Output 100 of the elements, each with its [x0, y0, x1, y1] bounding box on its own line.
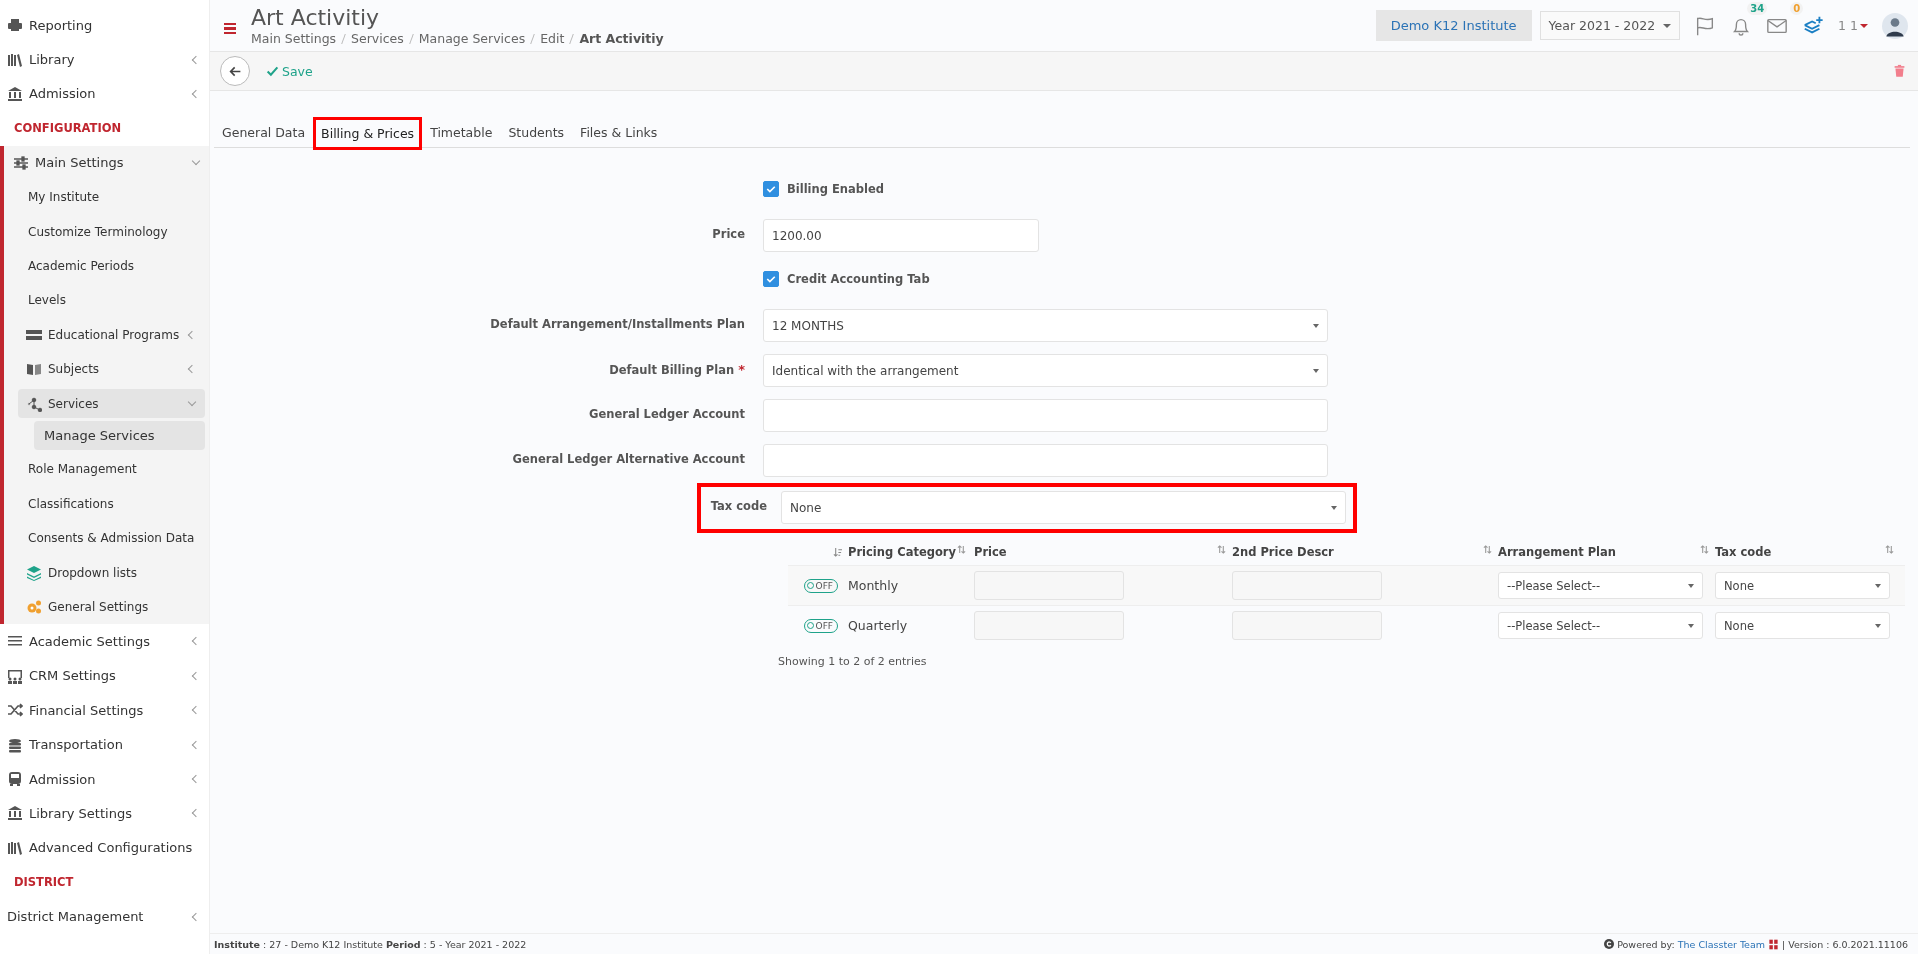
sliders-icon [13, 154, 29, 171]
tab[interactable]: Students [500, 116, 573, 149]
trash-icon[interactable] [1893, 64, 1906, 78]
sidebar-item[interactable]: CRM Settings [0, 658, 209, 694]
sidebar-item[interactable]: Subjects [4, 351, 205, 387]
check-icon [266, 64, 279, 78]
sidebar-item[interactable]: My Institute [4, 179, 205, 215]
users-icon [7, 667, 23, 684]
breadcrumb-item[interactable]: Edit [540, 31, 565, 46]
layers-icon [26, 564, 42, 581]
column-header[interactable]: 2nd Price Descr [1232, 545, 1334, 559]
checkbox[interactable] [763, 271, 779, 287]
sidebar-item[interactable]: Classifications [4, 486, 205, 522]
check-icon [765, 183, 777, 195]
checkbox[interactable] [763, 181, 779, 197]
nodes-icon [26, 395, 42, 412]
required-mark: * [738, 362, 745, 377]
sidebar-item[interactable]: Customize Terminology [4, 214, 205, 249]
field-label: Price [712, 227, 745, 241]
checkbox-label: Credit Accounting Tab [787, 272, 930, 286]
books-icon [7, 839, 23, 856]
sidebar-item[interactable]: Reporting [0, 8, 209, 43]
sort-icon[interactable] [957, 545, 966, 554]
tab[interactable]: General Data [214, 116, 314, 149]
select-field[interactable]: --Please Select-- [1498, 572, 1703, 599]
field-label: Default Billing Plan [609, 363, 735, 377]
column-header[interactable]: Tax code [1715, 545, 1772, 559]
sidebar-item[interactable]: Academic Periods [4, 248, 205, 284]
back-button[interactable] [220, 56, 250, 86]
shuffle-icon [7, 702, 23, 719]
column-header[interactable]: Pricing Category [848, 545, 957, 559]
page-title: Art Activitiy [251, 5, 381, 31]
sort-icon[interactable] [1217, 545, 1226, 554]
institute-button[interactable]: Demo K12 Institute [1375, 10, 1532, 41]
select-field[interactable]: None [781, 491, 1346, 524]
sidebar-item[interactable]: Admission [0, 76, 209, 112]
sidebar-item[interactable]: Library Settings [0, 796, 209, 831]
tab[interactable]: Billing & Prices [313, 117, 423, 150]
gear-icon [26, 599, 42, 616]
input-field[interactable]: 1200.00 [763, 219, 1039, 252]
input-field[interactable] [763, 399, 1328, 432]
sidebar-item[interactable]: Financial Settings [0, 693, 209, 728]
select-field[interactable]: None [1715, 572, 1890, 599]
sidebar-item[interactable]: Library [0, 42, 209, 77]
column-header[interactable]: Arrangement Plan [1498, 545, 1616, 559]
input-field[interactable] [974, 611, 1124, 640]
breadcrumb-item[interactable]: Services [351, 31, 404, 46]
arrow-left-icon [228, 64, 242, 78]
avatar[interactable] [1882, 12, 1908, 39]
select-field[interactable]: None [1715, 612, 1890, 639]
sidebar-item[interactable]: Academic Settings [0, 624, 209, 659]
breadcrumb-item[interactable]: Manage Services [418, 31, 526, 46]
select-field[interactable]: 12 MONTHS [763, 309, 1328, 342]
breadcrumb-item[interactable]: Main Settings [251, 31, 337, 46]
sidebar-item[interactable]: Consents & Admission Data [4, 521, 205, 556]
sidebar-item[interactable]: Transportation [0, 727, 209, 762]
field-label: General Ledger Account [589, 407, 745, 421]
select-field[interactable]: Identical with the arrangement [763, 354, 1328, 387]
table-info: Showing 1 to 2 of 2 entries [778, 655, 928, 668]
sidebar-item[interactable]: Services [18, 389, 205, 419]
sidebar-section-title: DISTRICT [13, 874, 75, 892]
logo-icon [1768, 938, 1780, 950]
printer-icon [7, 17, 23, 34]
sidebar-item[interactable]: Levels [4, 283, 205, 318]
sidebar-item[interactable]: Manage Services [34, 421, 205, 451]
tab[interactable]: Files & Links [572, 116, 666, 149]
books-icon [7, 51, 23, 68]
sidebar-section-title: CONFIGURATION [13, 120, 123, 138]
table-cell-text: Monthly [848, 578, 900, 593]
team-link[interactable]: The Classter Team [1677, 938, 1766, 950]
sidebar-item[interactable]: Advanced Configurations [0, 830, 209, 865]
book-icon [26, 361, 42, 378]
caret-icon[interactable] [1860, 23, 1868, 28]
sidebar-item[interactable]: District Management [0, 899, 209, 934]
sidebar-item[interactable]: Role Management [4, 452, 205, 487]
message-count: 0 [1790, 1, 1804, 15]
select-field[interactable]: --Please Select-- [1498, 612, 1703, 639]
sidebar-item[interactable]: Educational Programs [4, 317, 205, 352]
input-field[interactable] [763, 444, 1328, 477]
powered-by-text: Powered by: [1617, 938, 1675, 950]
breadcrumb-item: Art Activitiy [579, 31, 664, 46]
field-label: Default Arrangement/Installments Plan [490, 317, 745, 331]
tab[interactable]: Timetable [422, 116, 501, 149]
sort-icon[interactable] [1885, 545, 1894, 554]
input-field[interactable] [1232, 611, 1382, 640]
sidebar-item[interactable]: Main Settings [4, 145, 209, 180]
field-label: Tax code [710, 499, 767, 513]
year-dropdown[interactable]: Year 2021 - 2022 [1539, 11, 1681, 40]
bank-icon [7, 805, 23, 822]
sort-icon[interactable] [1700, 545, 1709, 554]
sort-icon[interactable] [833, 547, 842, 557]
sidebar-item[interactable]: Admission [0, 761, 209, 797]
bus-icon [7, 771, 23, 787]
sidebar-item[interactable]: Dropdown lists [4, 555, 205, 590]
menu-icon[interactable] [224, 22, 236, 35]
bank-icon [7, 85, 23, 102]
sort-icon[interactable] [1483, 545, 1492, 554]
table-cell-text: Quarterly [848, 618, 909, 633]
column-header[interactable]: Price [974, 545, 1007, 559]
sidebar-item[interactable]: General Settings [4, 589, 205, 625]
